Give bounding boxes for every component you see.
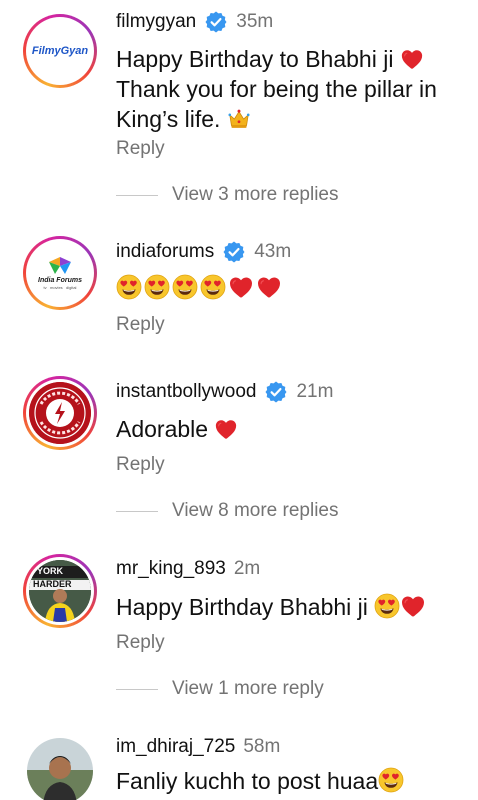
red-heart-emoji [214, 417, 238, 441]
red-heart-emoji [400, 593, 426, 619]
avatar[interactable]: FilmyGyan [23, 14, 97, 88]
comment-text: Fanliy kuchh to post huaa [116, 766, 456, 796]
heart-eyes-emoji [116, 274, 142, 300]
avatar-photo-text: YORK [37, 566, 64, 576]
heart-eyes-emoji [200, 274, 226, 300]
profile-photo [27, 738, 93, 800]
heart-eyes-emoji [144, 274, 170, 300]
comment-im-dhiraj-725: im_dhiraj_725 58m Fanliy kuchh to post h… [0, 728, 478, 800]
instant-bollywood-logo-icon [29, 382, 91, 444]
verified-badge-icon [264, 380, 288, 404]
heart-eyes-emoji [374, 593, 400, 619]
crown-emoji [227, 107, 251, 131]
heart-eyes-emoji [378, 767, 404, 793]
timestamp: 2m [233, 558, 261, 579]
timestamp: 43m [254, 241, 292, 262]
username[interactable]: mr_king_893 [116, 558, 226, 580]
comment-text: Adorable [116, 414, 456, 444]
avatar[interactable]: India Forums tv movies digital [23, 236, 97, 310]
red-heart-emoji [228, 274, 254, 300]
timestamp: 35m [236, 11, 274, 32]
comment-meta: instantbollywood 21m [116, 380, 333, 404]
comment-mr-king-893: YORK HARDER mr_king_893 2m Happy Birthda… [0, 548, 478, 708]
avatar[interactable] [27, 738, 93, 800]
comment-filmygyan: FilmyGyan filmygyan 35m Happy Birthday t… [0, 0, 478, 220]
comment-meta: indiaforums 43m [116, 240, 291, 264]
divider [116, 510, 158, 512]
username[interactable]: filmygyan [116, 11, 196, 33]
reply-button[interactable]: Reply [116, 314, 165, 336]
avatar-photo-text: HARDER [33, 579, 72, 589]
reply-button[interactable]: Reply [116, 454, 165, 476]
divider [116, 194, 158, 196]
verified-badge-icon [222, 240, 246, 264]
divider [116, 688, 158, 690]
avatar-logo-subtext: tv movies digital [43, 285, 77, 290]
view-more-replies[interactable]: View 3 more replies [116, 184, 339, 206]
red-heart-emoji [400, 47, 424, 71]
heart-eyes-emoji [172, 274, 198, 300]
red-heart-emoji [256, 274, 282, 300]
username[interactable]: indiaforums [116, 241, 214, 263]
comment-text: Happy Birthday Bhabhi ji [116, 592, 456, 622]
comment-text: Happy Birthday to Bhabhi ji Thank you fo… [116, 46, 437, 132]
timestamp: 21m [296, 381, 334, 402]
comment-meta: im_dhiraj_725 58m [116, 736, 280, 758]
comment-text [116, 274, 456, 300]
comment-meta: filmygyan 35m [116, 10, 273, 34]
verified-badge-icon [204, 10, 228, 34]
reply-button[interactable]: Reply [116, 632, 165, 654]
username[interactable]: instantbollywood [116, 381, 256, 403]
avatar-logo-text: FilmyGyan [31, 45, 89, 57]
avatar[interactable] [23, 376, 97, 450]
avatar-logo-text: India Forums [38, 277, 82, 284]
timestamp: 58m [243, 736, 281, 757]
india-forums-logo-icon [49, 257, 71, 274]
username[interactable]: im_dhiraj_725 [116, 736, 235, 758]
comment-indiaforums: India Forums tv movies digital indiaforu… [0, 230, 478, 360]
view-more-replies[interactable]: View 8 more replies [116, 500, 339, 522]
reply-button[interactable]: Reply [116, 138, 165, 160]
comment-meta: mr_king_893 2m [116, 558, 260, 580]
comment-instantbollywood: instantbollywood 21m Adorable Reply View… [0, 370, 478, 530]
avatar[interactable]: YORK HARDER [23, 554, 97, 628]
view-more-replies[interactable]: View 1 more reply [116, 678, 324, 700]
